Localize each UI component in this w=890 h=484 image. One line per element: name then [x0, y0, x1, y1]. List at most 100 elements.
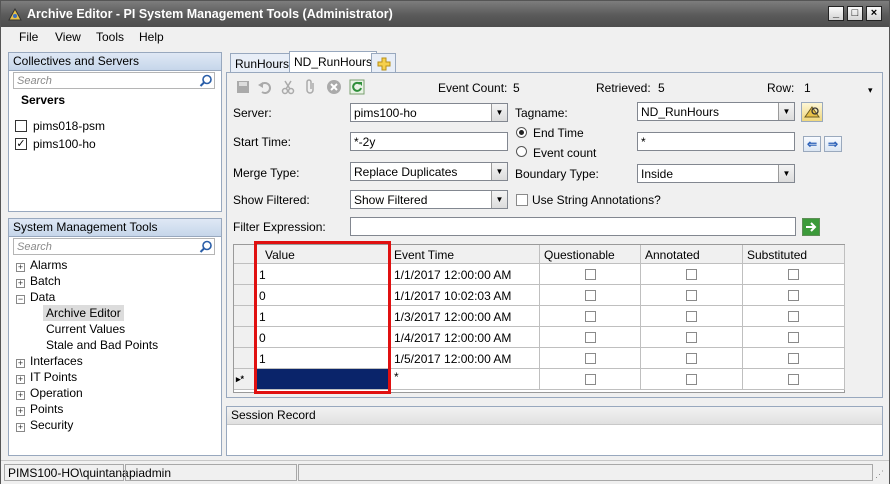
save-icon[interactable] — [235, 79, 251, 95]
tree-item-points[interactable]: + Points — [16, 402, 63, 416]
expand-icon[interactable]: + — [16, 263, 25, 272]
apply-filter-button[interactable] — [802, 218, 820, 236]
substituted-checkbox[interactable] — [788, 311, 799, 322]
questionable-checkbox[interactable] — [585, 290, 596, 301]
new-row-marker[interactable]: ▸* — [234, 369, 255, 390]
substituted-checkbox[interactable] — [788, 332, 799, 343]
cell-event-time[interactable]: 1/1/2017 10:02:03 AM — [390, 285, 540, 306]
server-dropdown[interactable]: pims100-ho ▼ — [350, 103, 508, 122]
expand-icon[interactable]: + — [16, 359, 25, 368]
tree-item-archive-editor[interactable]: Archive Editor — [43, 305, 124, 321]
attach-icon[interactable] — [303, 79, 319, 95]
event-count-radio[interactable] — [516, 146, 527, 157]
questionable-checkbox[interactable] — [585, 353, 596, 364]
questionable-checkbox[interactable] — [585, 332, 596, 343]
start-time-input[interactable]: *-2y — [350, 132, 508, 151]
cell-event-time[interactable]: 1/4/2017 12:00:00 AM — [390, 327, 540, 348]
boundary-type-dropdown[interactable]: Inside ▼ — [637, 164, 795, 183]
undo-icon[interactable] — [257, 79, 273, 95]
expand-icon[interactable]: + — [16, 423, 25, 432]
col-header-substituted[interactable]: Substituted — [743, 245, 845, 264]
expand-icon[interactable]: + — [16, 407, 25, 416]
expand-icon[interactable]: + — [16, 375, 25, 384]
cut-icon[interactable] — [280, 79, 296, 95]
annotated-checkbox[interactable] — [686, 332, 697, 343]
tree-label: IT Points — [30, 370, 78, 384]
refresh-icon[interactable] — [349, 79, 365, 95]
cell-event-time[interactable]: 1/5/2017 12:00:00 AM — [390, 348, 540, 369]
search-icon[interactable] — [199, 74, 213, 88]
annotated-checkbox[interactable] — [686, 290, 697, 301]
delete-icon[interactable] — [326, 79, 342, 95]
col-header-questionable[interactable]: Questionable — [540, 245, 641, 264]
maximize-button[interactable]: □ — [847, 6, 863, 21]
search-icon[interactable] — [199, 240, 213, 254]
substituted-checkbox[interactable] — [788, 353, 799, 364]
close-button[interactable]: × — [866, 6, 882, 21]
annotated-checkbox[interactable] — [686, 269, 697, 280]
row-header[interactable] — [234, 264, 255, 285]
expand-icon[interactable]: + — [16, 391, 25, 400]
menu-tools[interactable]: Tools — [96, 30, 124, 44]
filter-expression-input[interactable] — [350, 217, 796, 236]
collapse-icon[interactable]: − — [16, 295, 25, 304]
row-header[interactable] — [234, 327, 255, 348]
tree-item-batch[interactable]: + Batch — [16, 274, 61, 288]
server-item-pims100-ho[interactable]: pims100-ho — [33, 137, 96, 151]
minimize-button[interactable]: _ — [828, 6, 844, 21]
annotated-checkbox[interactable] — [686, 353, 697, 364]
menu-file[interactable]: File — [19, 30, 38, 44]
tag-search-button[interactable] — [801, 102, 823, 122]
substituted-checkbox[interactable] — [788, 374, 799, 385]
resize-grip-icon[interactable]: ⋰ — [875, 469, 884, 480]
cell-event-time[interactable]: 1/1/2017 12:00:00 AM — [390, 264, 540, 285]
tree-item-interfaces[interactable]: + Interfaces — [16, 354, 83, 368]
tree-item-it-points[interactable]: + IT Points — [16, 370, 77, 384]
tagname-dropdown[interactable]: ND_RunHours ▼ — [637, 102, 795, 121]
row-label: Row: — [767, 81, 795, 95]
tree-item-alarms[interactable]: + Alarms — [16, 258, 67, 272]
row-header[interactable] — [234, 306, 255, 327]
substituted-checkbox[interactable] — [788, 269, 799, 280]
collectives-search-input[interactable]: Search — [13, 72, 215, 89]
smt-search-input[interactable]: Search — [13, 238, 215, 255]
questionable-checkbox[interactable] — [585, 374, 596, 385]
menu-view[interactable]: View — [55, 30, 81, 44]
cell-event-time[interactable]: 1/3/2017 12:00:00 AM — [390, 306, 540, 327]
end-time-radio[interactable] — [516, 127, 527, 138]
new-tab-button[interactable] — [371, 53, 396, 73]
col-header-event-time[interactable]: Event Time — [390, 245, 540, 264]
merge-type-dropdown[interactable]: Replace Duplicates ▼ — [350, 162, 508, 181]
tree-item-operation[interactable]: + Operation — [16, 386, 83, 400]
new-row-time-cell[interactable]: * — [390, 369, 540, 390]
server-checkbox-pims018-psm[interactable] — [15, 120, 27, 132]
tree-item-security[interactable]: + Security — [16, 418, 73, 432]
col-header-annotated[interactable]: Annotated — [641, 245, 743, 264]
annotated-checkbox[interactable] — [686, 374, 697, 385]
server-item-pims018-psm[interactable]: pims018-psm — [33, 119, 105, 133]
tab-nd-runhours[interactable]: ND_RunHours — [289, 51, 378, 73]
row-header[interactable] — [234, 348, 255, 369]
tree-label: Interfaces — [30, 354, 83, 368]
next-button[interactable]: ⇒ — [824, 136, 842, 152]
end-time-input[interactable]: * — [637, 132, 795, 151]
show-filtered-dropdown[interactable]: Show Filtered ▼ — [350, 190, 508, 209]
use-string-annotations-label[interactable]: Use String Annotations? — [532, 193, 661, 207]
tab-runhours[interactable]: RunHours — [230, 53, 295, 73]
menu-help[interactable]: Help — [139, 30, 164, 44]
tree-item-data[interactable]: − Data — [16, 290, 55, 304]
tree-item-stale-bad-points[interactable]: Stale and Bad Points — [46, 338, 158, 352]
annotated-checkbox[interactable] — [686, 311, 697, 322]
server-checkbox-pims100-ho[interactable]: ✓ — [15, 138, 27, 150]
expand-icon[interactable]: + — [16, 279, 25, 288]
use-string-annotations-checkbox[interactable] — [516, 194, 528, 206]
tree-item-current-values[interactable]: Current Values — [46, 322, 125, 336]
previous-button[interactable]: ⇐ — [803, 136, 821, 152]
toolbar-overflow-icon[interactable]: ▾ — [868, 85, 873, 96]
questionable-checkbox[interactable] — [585, 269, 596, 280]
end-time-radio-label[interactable]: End Time — [533, 126, 584, 140]
substituted-checkbox[interactable] — [788, 290, 799, 301]
row-header[interactable] — [234, 285, 255, 306]
questionable-checkbox[interactable] — [585, 311, 596, 322]
event-count-radio-label[interactable]: Event count — [533, 146, 596, 160]
